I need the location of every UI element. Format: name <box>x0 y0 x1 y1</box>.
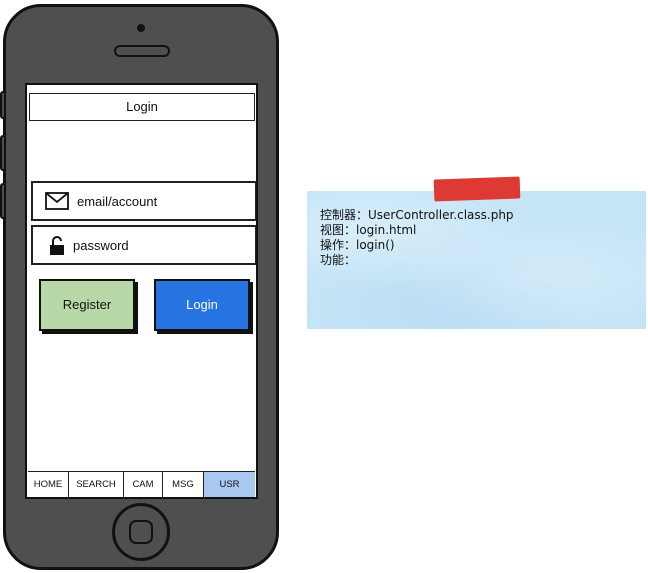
note-line-view: 视图：login.html <box>320 223 417 237</box>
password-placeholder: password <box>73 238 129 253</box>
tab-bar: HOME SEARCH CAM MSG USR <box>28 471 255 497</box>
volume-up-button <box>0 135 6 171</box>
tab-msg[interactable]: MSG <box>163 472 204 497</box>
speaker-grille <box>114 45 170 57</box>
home-button-square <box>129 520 153 544</box>
note-line-function: 功能： <box>320 253 357 267</box>
unlock-icon <box>49 236 65 259</box>
password-field[interactable]: password <box>31 225 256 265</box>
note-tape <box>433 176 521 202</box>
tab-usr[interactable]: USR <box>204 472 255 497</box>
phone-screen: Login email/account password Register Lo… <box>25 83 258 499</box>
login-button[interactable]: Login <box>154 279 250 331</box>
note-line-controller: 控制器：UserController.class.php <box>320 208 514 222</box>
mute-switch <box>0 91 6 119</box>
sticky-note: 控制器：UserController.class.php 视图：login.ht… <box>307 191 646 329</box>
envelope-icon <box>45 192 69 213</box>
email-field[interactable]: email/account <box>31 181 256 221</box>
volume-down-button <box>0 183 6 219</box>
note-line-action: 操作：login() <box>320 238 395 252</box>
phone-mockup: Login email/account password Register Lo… <box>0 4 279 570</box>
note-text: 控制器：UserController.class.php 视图：login.ht… <box>320 208 514 268</box>
front-camera <box>137 24 145 32</box>
tab-home[interactable]: HOME <box>28 472 69 497</box>
home-button[interactable] <box>112 503 170 561</box>
register-button[interactable]: Register <box>39 279 135 331</box>
page-title: Login <box>29 93 255 121</box>
tab-cam[interactable]: CAM <box>124 472 163 497</box>
email-placeholder: email/account <box>77 194 158 209</box>
tab-search[interactable]: SEARCH <box>69 472 124 497</box>
